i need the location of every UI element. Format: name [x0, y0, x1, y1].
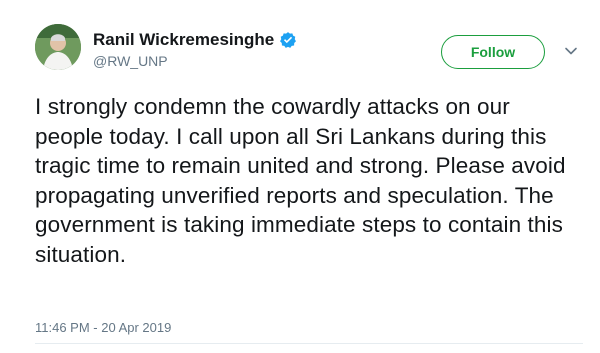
tweet-text: I strongly condemn the cowardly attacks …	[35, 94, 566, 267]
chevron-down-icon[interactable]	[564, 44, 578, 58]
avatar-image	[35, 24, 81, 70]
avatar[interactable]	[35, 24, 81, 70]
tweet-timestamp[interactable]: 11:46 PM - 20 Apr 2019	[35, 320, 171, 336]
tweet-card: Ranil Wickremesinghe @RW_UNP Follow I st…	[0, 0, 600, 353]
verified-badge-icon	[280, 32, 297, 48]
name-row: Ranil Wickremesinghe	[93, 30, 297, 50]
handle[interactable]: @RW_UNP	[93, 52, 297, 70]
display-name[interactable]: Ranil Wickremesinghe	[93, 30, 274, 50]
divider	[35, 343, 583, 344]
author-block: Ranil Wickremesinghe @RW_UNP	[93, 30, 297, 70]
follow-button[interactable]: Follow	[441, 35, 545, 69]
